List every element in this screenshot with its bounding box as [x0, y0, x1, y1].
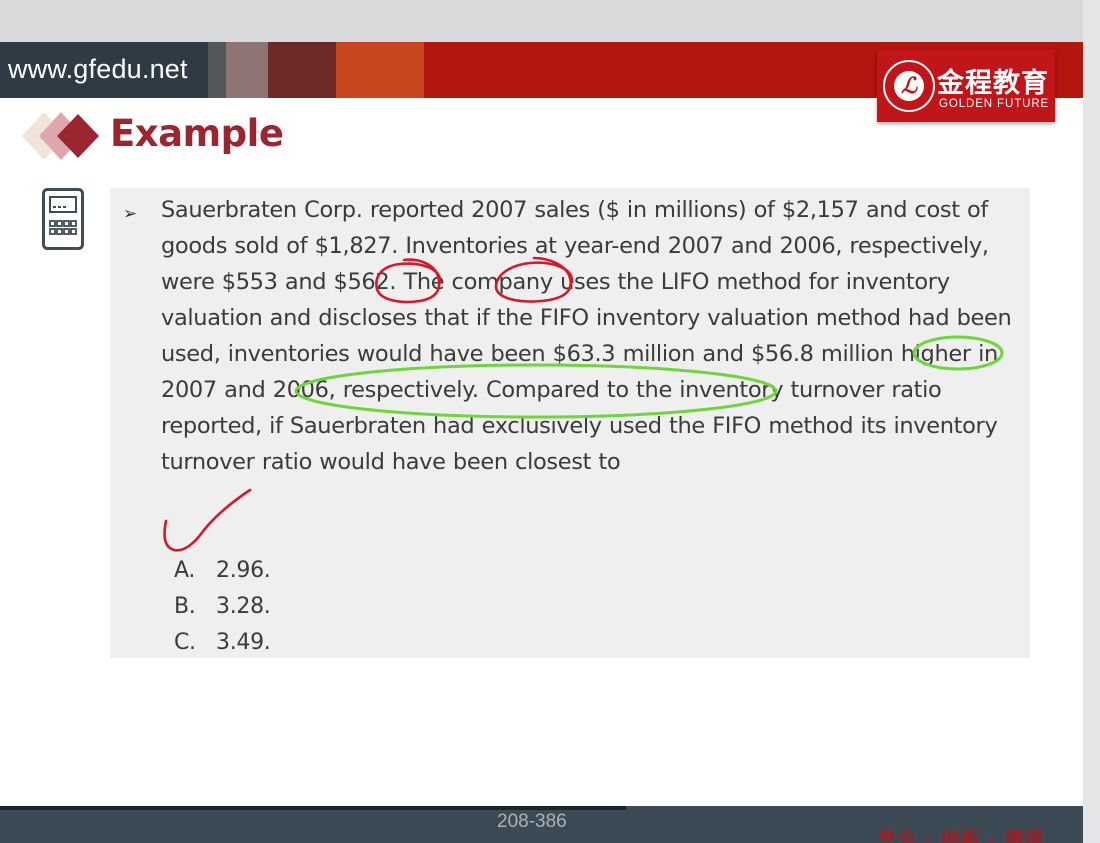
calculator-icon — [42, 188, 84, 250]
footer-slogan: 专业 · 创新 · 增值 — [877, 828, 1044, 843]
logo-seal-icon: ℒ — [883, 60, 935, 112]
question-box: ➢ Sauerbraten Corp. reported 2007 sales … — [110, 188, 1030, 658]
option-value: 2.96. — [216, 558, 271, 583]
option-a[interactable]: A. 2.96. — [174, 558, 271, 583]
option-label: B. — [174, 594, 196, 619]
right-margin-strip — [1083, 0, 1100, 843]
option-value: 3.28. — [216, 594, 271, 619]
option-b[interactable]: B. 3.28. — [174, 594, 271, 619]
slide: www.gfedu.net ℒ 金程教育 GOLDEN FUTURE Examp… — [0, 42, 1083, 812]
diamond-decoration-icon — [22, 112, 99, 160]
page-title: Example — [110, 112, 284, 155]
arrow-bullet-icon: ➢ — [123, 204, 138, 224]
option-label: A. — [174, 558, 196, 583]
page-number: 208-386 — [497, 811, 567, 832]
progress-line — [0, 806, 626, 810]
option-value: 3.49. — [216, 630, 271, 655]
site-url[interactable]: www.gfedu.net — [8, 54, 188, 85]
logo-chinese-name: 金程教育 — [937, 68, 1049, 99]
option-c[interactable]: C. 3.49. — [174, 630, 271, 655]
footer-bar: 208-386 专业 · 创新 · 增值 — [0, 806, 1083, 843]
option-label: C. — [174, 630, 196, 655]
logo-english-name: GOLDEN FUTURE — [939, 98, 1050, 110]
golden-future-logo: ℒ 金程教育 GOLDEN FUTURE — [877, 50, 1055, 122]
question-text: Sauerbraten Corp. reported 2007 sales ($… — [161, 197, 1012, 475]
logo-seal-glyph: ℒ — [894, 71, 924, 101]
